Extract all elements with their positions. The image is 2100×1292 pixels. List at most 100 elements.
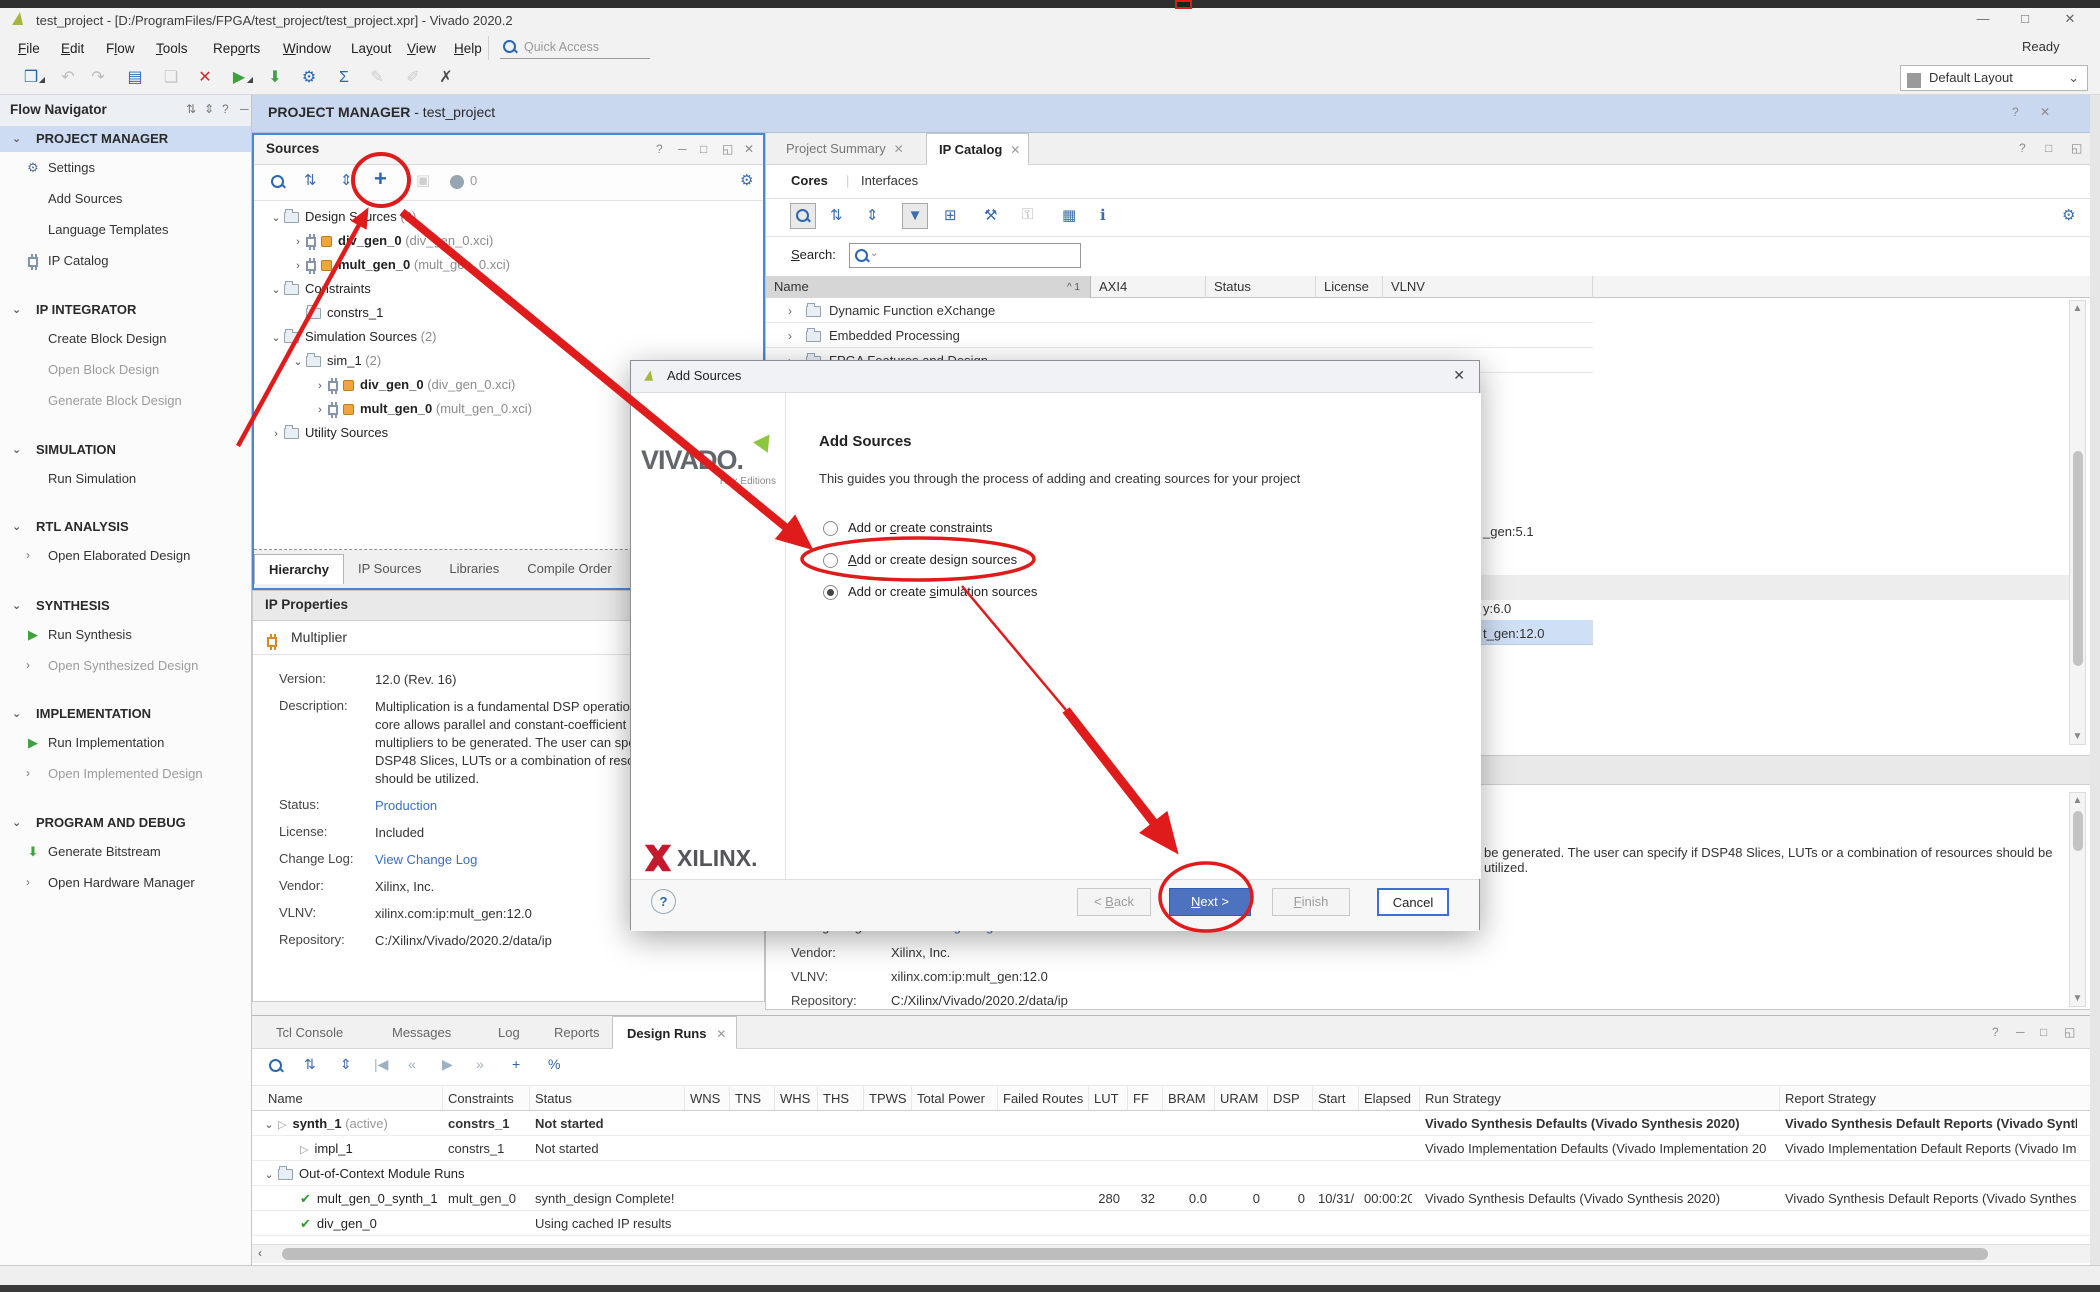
percent-icon[interactable]: %	[548, 1056, 560, 1072]
scroll-left-icon[interactable]: ‹	[258, 1246, 262, 1260]
flow-item-open-hardware-manager[interactable]: ›Open Hardware Manager	[0, 867, 251, 898]
flow-item-run-simulation[interactable]: Run Simulation	[0, 463, 251, 494]
undo-icon[interactable]: ↶	[55, 66, 81, 90]
menu-window[interactable]: Window	[279, 39, 335, 58]
minimize-icon[interactable]: ─	[240, 102, 249, 116]
expand-all-icon[interactable]: ⇕	[340, 1056, 352, 1073]
flow-item-open-implemented-design[interactable]: ›Open Implemented Design	[0, 758, 251, 789]
column-header-license[interactable]: License	[1316, 276, 1383, 298]
tree-item-constrs-1[interactable]: constrs_1	[254, 301, 763, 325]
float-icon[interactable]: ◱	[722, 142, 733, 156]
column-header-total-power[interactable]: Total Power	[917, 1087, 999, 1111]
column-header-name[interactable]: Name	[268, 1087, 443, 1111]
menu-view[interactable]: View	[403, 39, 440, 58]
search-input[interactable]: ⌄	[849, 243, 1081, 268]
expand-all-icon[interactable]: ⇕	[340, 171, 353, 189]
help-icon[interactable]: ?	[1992, 1025, 1999, 1039]
first-icon[interactable]: |◀	[374, 1056, 388, 1073]
run-icon[interactable]: ▶◢	[226, 66, 252, 90]
search-icon[interactable]	[790, 203, 816, 229]
flow-item-open-block-design[interactable]: Open Block Design	[0, 354, 251, 385]
close-button[interactable]: ✕	[2055, 11, 2085, 31]
scrollbar-horizontal[interactable]: ‹	[252, 1244, 2090, 1263]
subtab-cores[interactable]: Cores	[791, 173, 828, 188]
copy-icon[interactable]: ❏	[158, 66, 184, 90]
design-run-row-out-of-context-module-runs[interactable]: ⌄Out-of-Context Module Runs	[252, 1161, 2090, 1186]
menu-reports[interactable]: Reports	[209, 39, 264, 58]
maximize-icon[interactable]: □	[2045, 141, 2052, 155]
radio-unselected-icon[interactable]	[823, 553, 838, 568]
save-icon[interactable]: ▤	[122, 66, 148, 90]
language-template-icon[interactable]: ▣	[416, 171, 430, 189]
column-header-failed-routes[interactable]: Failed Routes	[1003, 1087, 1089, 1111]
flow-item-create-block-design[interactable]: Create Block Design	[0, 323, 251, 354]
flow-item-run-implementation[interactable]: ▶Run Implementation	[0, 727, 251, 758]
menu-layout[interactable]: Layout	[347, 39, 396, 58]
tab-messages[interactable]: Messages	[378, 1016, 465, 1049]
layout-selector[interactable]: Default Layout ⌄	[1900, 65, 2088, 91]
collapse-all-icon[interactable]: ⇅	[304, 1056, 316, 1073]
minimize-button[interactable]: —	[1968, 11, 1998, 31]
tab-hierarchy[interactable]: Hierarchy	[254, 554, 344, 584]
flow-item-generate-block-design[interactable]: Generate Block Design	[0, 385, 251, 416]
flow-item-open-synthesized-design[interactable]: ›Open Synthesized Design	[0, 650, 251, 681]
flow-section-header-ip-integrator[interactable]: ⌄IP INTEGRATOR	[0, 297, 251, 323]
tab-compile-order[interactable]: Compile Order	[513, 554, 626, 584]
design-run-row-impl-1[interactable]: ▷impl_1constrs_1Not startedVivado Implem…	[252, 1136, 2090, 1161]
collapse-all-icon[interactable]: ⇅	[304, 171, 317, 189]
column-header-elapsed[interactable]: Elapsed	[1364, 1087, 1420, 1111]
help-icon[interactable]: ?	[222, 102, 229, 116]
flow-item-run-synthesis[interactable]: ▶Run Synthesis	[0, 619, 251, 650]
menu-file[interactable]: File	[14, 39, 44, 58]
forward-icon[interactable]: »	[476, 1056, 484, 1072]
highlight-disabled-icon[interactable]: ✐	[400, 66, 426, 90]
column-header-lut[interactable]: LUT	[1094, 1087, 1128, 1111]
close-icon[interactable]: ✕	[2040, 105, 2050, 119]
column-header-name[interactable]: Name ^ 1	[766, 276, 1091, 298]
scrollbar-vertical[interactable]: ▲ ▼	[2069, 792, 2086, 1007]
help-button[interactable]: ?	[651, 889, 676, 914]
column-header-axi4[interactable]: AXI4	[1091, 276, 1206, 298]
report-icon[interactable]: Σ	[331, 66, 357, 90]
column-header-constraints[interactable]: Constraints	[448, 1087, 533, 1111]
quick-access-search[interactable]: Quick Access	[500, 37, 650, 59]
edit-timing-disabled-icon[interactable]: ✎	[364, 66, 390, 90]
device-icon[interactable]: ▦	[1062, 206, 1076, 224]
settings-icon[interactable]: ⚙	[296, 66, 322, 90]
flow-section-header-project-manager[interactable]: ⌄PROJECT MANAGER	[0, 126, 251, 152]
maximize-icon[interactable]: □	[700, 142, 707, 156]
column-header-tns[interactable]: TNS	[735, 1087, 775, 1111]
license-key-icon[interactable]: ⚿	[1022, 206, 1033, 223]
column-header-whs[interactable]: WHS	[780, 1087, 820, 1111]
minimize-icon[interactable]: ─	[678, 142, 687, 156]
flow-section-header-implementation[interactable]: ⌄IMPLEMENTATION	[0, 701, 251, 727]
tab-design-runs[interactable]: Design Runs✕	[612, 1016, 737, 1049]
delete-icon[interactable]: ✕	[192, 66, 218, 90]
float-icon[interactable]: ◱	[2064, 1025, 2075, 1039]
column-header-dsp[interactable]: DSP	[1273, 1087, 1313, 1111]
gear-icon[interactable]: ⚙	[740, 171, 753, 189]
collapse-all-icon[interactable]: ⇅	[186, 102, 196, 116]
column-header-uram[interactable]: URAM	[1220, 1087, 1268, 1111]
minimize-icon[interactable]: ─	[2016, 1025, 2025, 1039]
search-icon[interactable]	[268, 1056, 284, 1077]
flow-section-header-simulation[interactable]: ⌄SIMULATION	[0, 437, 251, 463]
flow-section-header-program-and-debug[interactable]: ⌄PROGRAM AND DEBUG	[0, 810, 251, 836]
tree-item-design-sources[interactable]: ⌄Design Sources (2)	[254, 205, 763, 229]
help-icon[interactable]: ?	[2019, 141, 2026, 155]
scrollbar-vertical[interactable]: ▲ ▼	[2069, 300, 2086, 745]
search-icon[interactable]	[270, 174, 286, 190]
next-button[interactable]: Next >	[1169, 888, 1251, 916]
menu-tools[interactable]: Tools	[152, 39, 192, 58]
column-header-vlnv[interactable]: VLNV	[1383, 276, 1593, 298]
column-header-tpws[interactable]: TPWS	[869, 1087, 911, 1111]
close-icon[interactable]: ✕	[744, 142, 754, 156]
column-header-ff[interactable]: FF	[1133, 1087, 1163, 1111]
tab-log[interactable]: Log	[484, 1016, 534, 1049]
add-sources-button[interactable]: +	[374, 166, 387, 192]
close-icon[interactable]: ✕	[1453, 367, 1465, 384]
column-header-status[interactable]: Status	[1206, 276, 1316, 298]
column-header-bram[interactable]: BRAM	[1168, 1087, 1215, 1111]
tab-tcl-console[interactable]: Tcl Console	[262, 1016, 357, 1049]
back-icon[interactable]: «	[408, 1056, 416, 1072]
